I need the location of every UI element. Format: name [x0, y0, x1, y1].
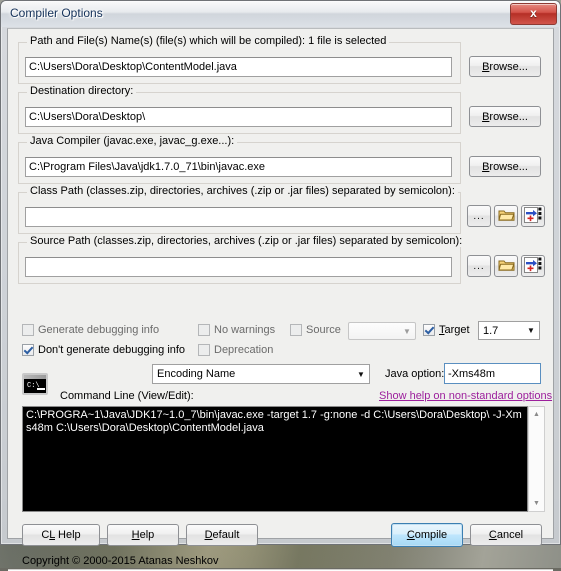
browse-java-compiler-button[interactable]: Browse...: [469, 156, 541, 177]
add-arrow-icon: [524, 207, 542, 226]
command-line-scrollbar[interactable]: ▲ ▼: [528, 406, 545, 512]
checkbox-label: Source: [306, 324, 341, 336]
browse-destination-button[interactable]: Browse...: [469, 106, 541, 127]
add-arrow-icon: [524, 257, 542, 276]
java-option-input[interactable]: [444, 363, 541, 384]
source-path-input[interactable]: [25, 257, 452, 277]
console-icon-cursor: [37, 388, 45, 390]
default-button[interactable]: Default: [186, 524, 258, 546]
checkbox-dont-generate-debugging-info[interactable]: Don't generate debugging info: [22, 344, 185, 356]
compiler-options-window: Compiler Options x Path and File(s) Name…: [0, 0, 561, 545]
scroll-down-icon[interactable]: ▼: [529, 496, 544, 511]
close-icon: x: [511, 6, 556, 20]
destination-input[interactable]: [25, 107, 452, 127]
command-line-label: Command Line (View/Edit):: [60, 390, 194, 402]
path-files-legend: Path and File(s) Name(s) (file(s) which …: [27, 35, 389, 47]
checkbox-box: [22, 324, 34, 336]
checkbox-label: No warnings: [214, 324, 275, 336]
checkbox-box: [198, 344, 210, 356]
command-line-textarea[interactable]: C:\PROGRA~1\Java\JDK17~1.0_7\bin\javac.e…: [22, 406, 528, 512]
checkbox-deprecation[interactable]: Deprecation: [198, 344, 273, 356]
checkbox-target[interactable]: Target: [423, 324, 470, 336]
title-bar: Compiler Options x: [1, 1, 560, 27]
class-path-ellipsis-button[interactable]: ...: [467, 205, 491, 227]
path-files-input[interactable]: [25, 57, 452, 77]
class-path-add-button[interactable]: [521, 205, 545, 227]
folder-icon: [498, 208, 515, 225]
class-path-legend: Class Path (classes.zip, directories, ar…: [27, 185, 458, 197]
target-version-combo[interactable]: 1.7 ▼: [478, 321, 540, 340]
source-path-add-button[interactable]: [521, 255, 545, 277]
target-version-value: 1.7: [479, 325, 523, 337]
browse-path-button[interactable]: Browse...: [469, 56, 541, 77]
scroll-up-icon[interactable]: ▲: [529, 407, 544, 422]
console-icon-titlebar: [24, 375, 46, 379]
source-path-ellipsis-button[interactable]: ...: [467, 255, 491, 277]
ellipsis-icon: ...: [473, 261, 484, 272]
source-path-legend: Source Path (classes.zip, directories, a…: [27, 235, 465, 247]
copyright-text: Copyright © 2000-2015 Atanas Neshkov: [22, 555, 218, 567]
folder-icon: [498, 258, 515, 275]
checkbox-box: [290, 324, 302, 336]
class-path-open-folder-button[interactable]: [494, 205, 518, 227]
java-option-label: Java option:: [385, 368, 444, 380]
compile-button[interactable]: Compile: [391, 523, 463, 547]
command-line-text: C:\PROGRA~1\Java\JDK17~1.0_7\bin\javac.e…: [26, 409, 522, 434]
source-path-open-folder-button[interactable]: [494, 255, 518, 277]
cl-help-button[interactable]: CL Help: [22, 524, 100, 546]
class-path-input[interactable]: [25, 207, 452, 227]
checkbox-box-checked: [22, 344, 34, 356]
ellipsis-icon: ...: [473, 211, 484, 222]
checkbox-source[interactable]: Source: [290, 324, 341, 336]
dialog-client-area: Path and File(s) Name(s) (file(s) which …: [7, 28, 554, 539]
cancel-button[interactable]: Cancel: [470, 524, 542, 546]
checkbox-box-checked: [423, 324, 435, 336]
chevron-down-icon: ▼: [353, 370, 369, 379]
chevron-down-icon: ▼: [523, 326, 539, 335]
checkbox-label: Generate debugging info: [38, 324, 159, 336]
console-icon[interactable]: C:\: [22, 373, 48, 395]
java-compiler-input[interactable]: [25, 157, 452, 177]
java-compiler-legend: Java Compiler (javac.exe, javac_g.exe...…: [27, 135, 237, 147]
close-button[interactable]: x: [510, 3, 557, 25]
chevron-down-icon: ▼: [399, 327, 415, 336]
show-help-link[interactable]: Show help on non-standard options: [379, 390, 552, 402]
checkbox-label: Target: [439, 324, 470, 336]
checkbox-no-warnings[interactable]: No warnings: [198, 324, 275, 336]
encoding-name-value: Encoding Name: [153, 368, 353, 380]
checkbox-label: Don't generate debugging info: [38, 344, 185, 356]
source-version-combo[interactable]: ▼: [348, 322, 416, 340]
help-button[interactable]: Help: [107, 524, 179, 546]
checkbox-label: Deprecation: [214, 344, 273, 356]
checkbox-generate-debugging-info[interactable]: Generate debugging info: [22, 324, 159, 336]
destination-legend: Destination directory:: [27, 85, 136, 97]
checkbox-box: [198, 324, 210, 336]
encoding-name-combo[interactable]: Encoding Name ▼: [152, 364, 370, 384]
window-title: Compiler Options: [10, 6, 103, 20]
